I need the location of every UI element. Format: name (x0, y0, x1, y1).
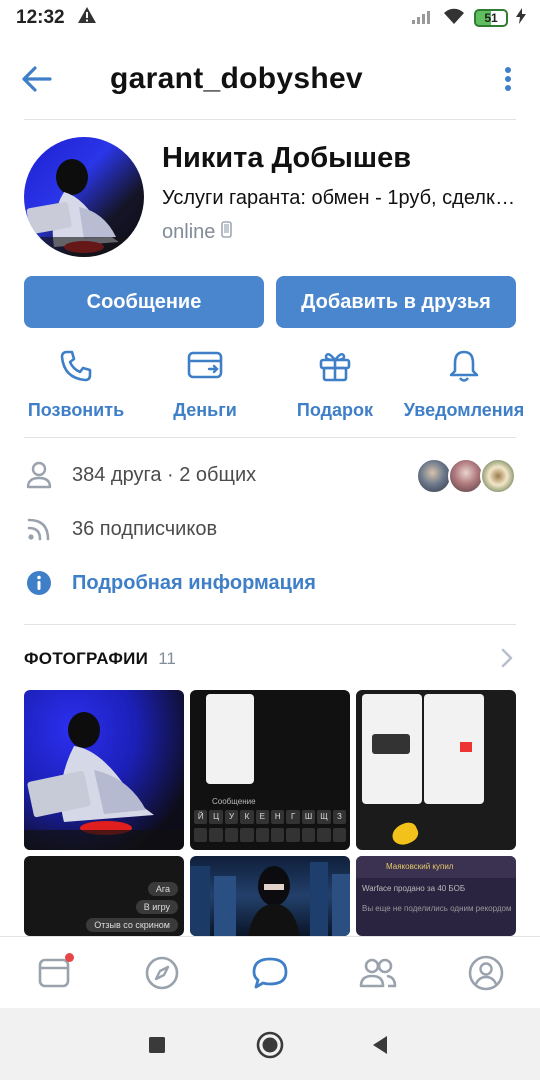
signal-icon (412, 8, 434, 29)
key: Е (255, 810, 270, 824)
details-link[interactable]: Подробная информация (72, 572, 316, 595)
battery-icon: 51 (474, 9, 508, 27)
mobile-phone-icon (221, 221, 233, 244)
details-row[interactable]: Подробная информация (24, 563, 516, 603)
charging-icon (516, 7, 526, 29)
gift-action[interactable]: Подарок (285, 346, 385, 421)
explore-icon[interactable] (140, 951, 184, 995)
bell-icon (444, 346, 484, 386)
header: garant_dobyshev (0, 40, 540, 118)
screenshot-text: Вы еще не поделились одним рекордом (362, 904, 512, 913)
profile-icon[interactable] (464, 951, 508, 995)
photos-header[interactable]: ФОТОГРАФИИ 11 (24, 645, 516, 673)
call-action[interactable]: Позвонить (26, 346, 126, 421)
online-label: online (162, 221, 216, 243)
key: Щ (317, 810, 331, 824)
screenshot-detail (372, 734, 410, 754)
online-status: online (162, 221, 233, 244)
divider (24, 119, 516, 120)
page-title: garant_dobyshev (110, 62, 363, 95)
divider (24, 437, 516, 438)
heart-icon (460, 742, 472, 752)
friends-count: 384 друга · 2 общих (72, 463, 257, 486)
message-button[interactable]: Сообщение (24, 276, 264, 328)
avatar (416, 458, 452, 494)
notifications-label: Уведомления (403, 400, 525, 420)
emoji-hand-icon (388, 819, 422, 849)
money-card-icon (185, 346, 225, 386)
chat-message: Ага (147, 882, 178, 896)
followers-count: 36 подписчиков (72, 517, 218, 540)
arrow-left-icon[interactable] (22, 59, 62, 99)
photo-thumbnail[interactable]: Сообщение Й Ц У К Е Н Г Ш Щ З (190, 690, 350, 850)
profile-status: Услуги гаранта: обмен - 1руб, сделка - 2… (162, 187, 522, 209)
messages-icon[interactable] (248, 951, 292, 995)
screenshot-preview (424, 694, 484, 804)
photo-thumbnail[interactable] (356, 690, 516, 850)
rss-feed-icon (24, 514, 54, 544)
recents-square-icon[interactable] (142, 1030, 172, 1060)
key: К (240, 810, 254, 824)
warning-icon (77, 6, 97, 30)
chevron-right-icon[interactable] (500, 647, 514, 674)
divider (24, 624, 516, 625)
profile-name: Никита Добышев (162, 142, 412, 174)
avatar (448, 458, 484, 494)
more-vertical-icon[interactable] (498, 59, 518, 99)
friends-row[interactable]: 384 друга · 2 общих (24, 455, 516, 495)
feed-icon[interactable] (32, 951, 76, 995)
bottom-navigation (0, 936, 540, 1008)
gift-icon (315, 346, 355, 386)
gift-label: Подарок (296, 400, 374, 420)
keyboard-row (194, 828, 347, 842)
wifi-icon (442, 7, 466, 30)
chat-message: В игру (135, 900, 178, 914)
message-input-preview: Сообщение (212, 797, 256, 806)
notifications-action[interactable]: Уведомления (400, 346, 528, 421)
phone-icon (56, 346, 96, 386)
key: Г (286, 810, 300, 824)
friends-icon[interactable] (356, 951, 400, 995)
photos-count: 11 (158, 649, 176, 668)
back-triangle-icon[interactable] (365, 1030, 395, 1060)
key: Й (194, 810, 208, 824)
mutual-friends-avatars[interactable] (416, 458, 516, 494)
info-icon (24, 568, 54, 598)
profile-actions: Позвонить Деньги Подарок Уведомления (0, 346, 540, 426)
key: Ц (209, 810, 223, 824)
user-icon (24, 460, 54, 490)
keyboard-row: Й Ц У К Е Н Г Ш Щ З (194, 810, 347, 824)
photo-thumbnail[interactable]: Ага В игру Отзыв со скрином (24, 856, 184, 936)
photos-title: ФОТОГРАФИИ (24, 649, 149, 668)
add-friend-button[interactable]: Добавить в друзья (276, 276, 516, 328)
notification-dot (65, 953, 74, 962)
key: Ш (301, 810, 316, 824)
home-circle-icon[interactable] (255, 1030, 285, 1060)
screenshot-text: Маяковский купил (386, 862, 454, 871)
system-navigation (0, 1008, 540, 1080)
money-action[interactable]: Деньги (155, 346, 255, 421)
status-bar: 12:32 51 (0, 0, 540, 36)
key: З (332, 810, 347, 824)
photo-thumbnail[interactable] (190, 856, 350, 936)
avatar[interactable] (24, 137, 144, 257)
avatar (480, 458, 516, 494)
photo-thumbnail[interactable]: Маяковский купил Warface продано за 40 Б… (356, 856, 516, 936)
screenshot-preview (206, 694, 254, 784)
status-time: 12:32 (16, 7, 65, 28)
photo-thumbnail[interactable] (24, 690, 184, 850)
screenshot-text: Warface продано за 40 БОБ (362, 884, 466, 893)
key: Н (271, 810, 285, 824)
chat-message: Отзыв со скрином (86, 918, 178, 932)
money-label: Деньги (173, 400, 237, 420)
followers-row[interactable]: 36 подписчиков (24, 509, 516, 549)
call-label: Позвонить (27, 400, 125, 420)
key: У (224, 810, 239, 824)
